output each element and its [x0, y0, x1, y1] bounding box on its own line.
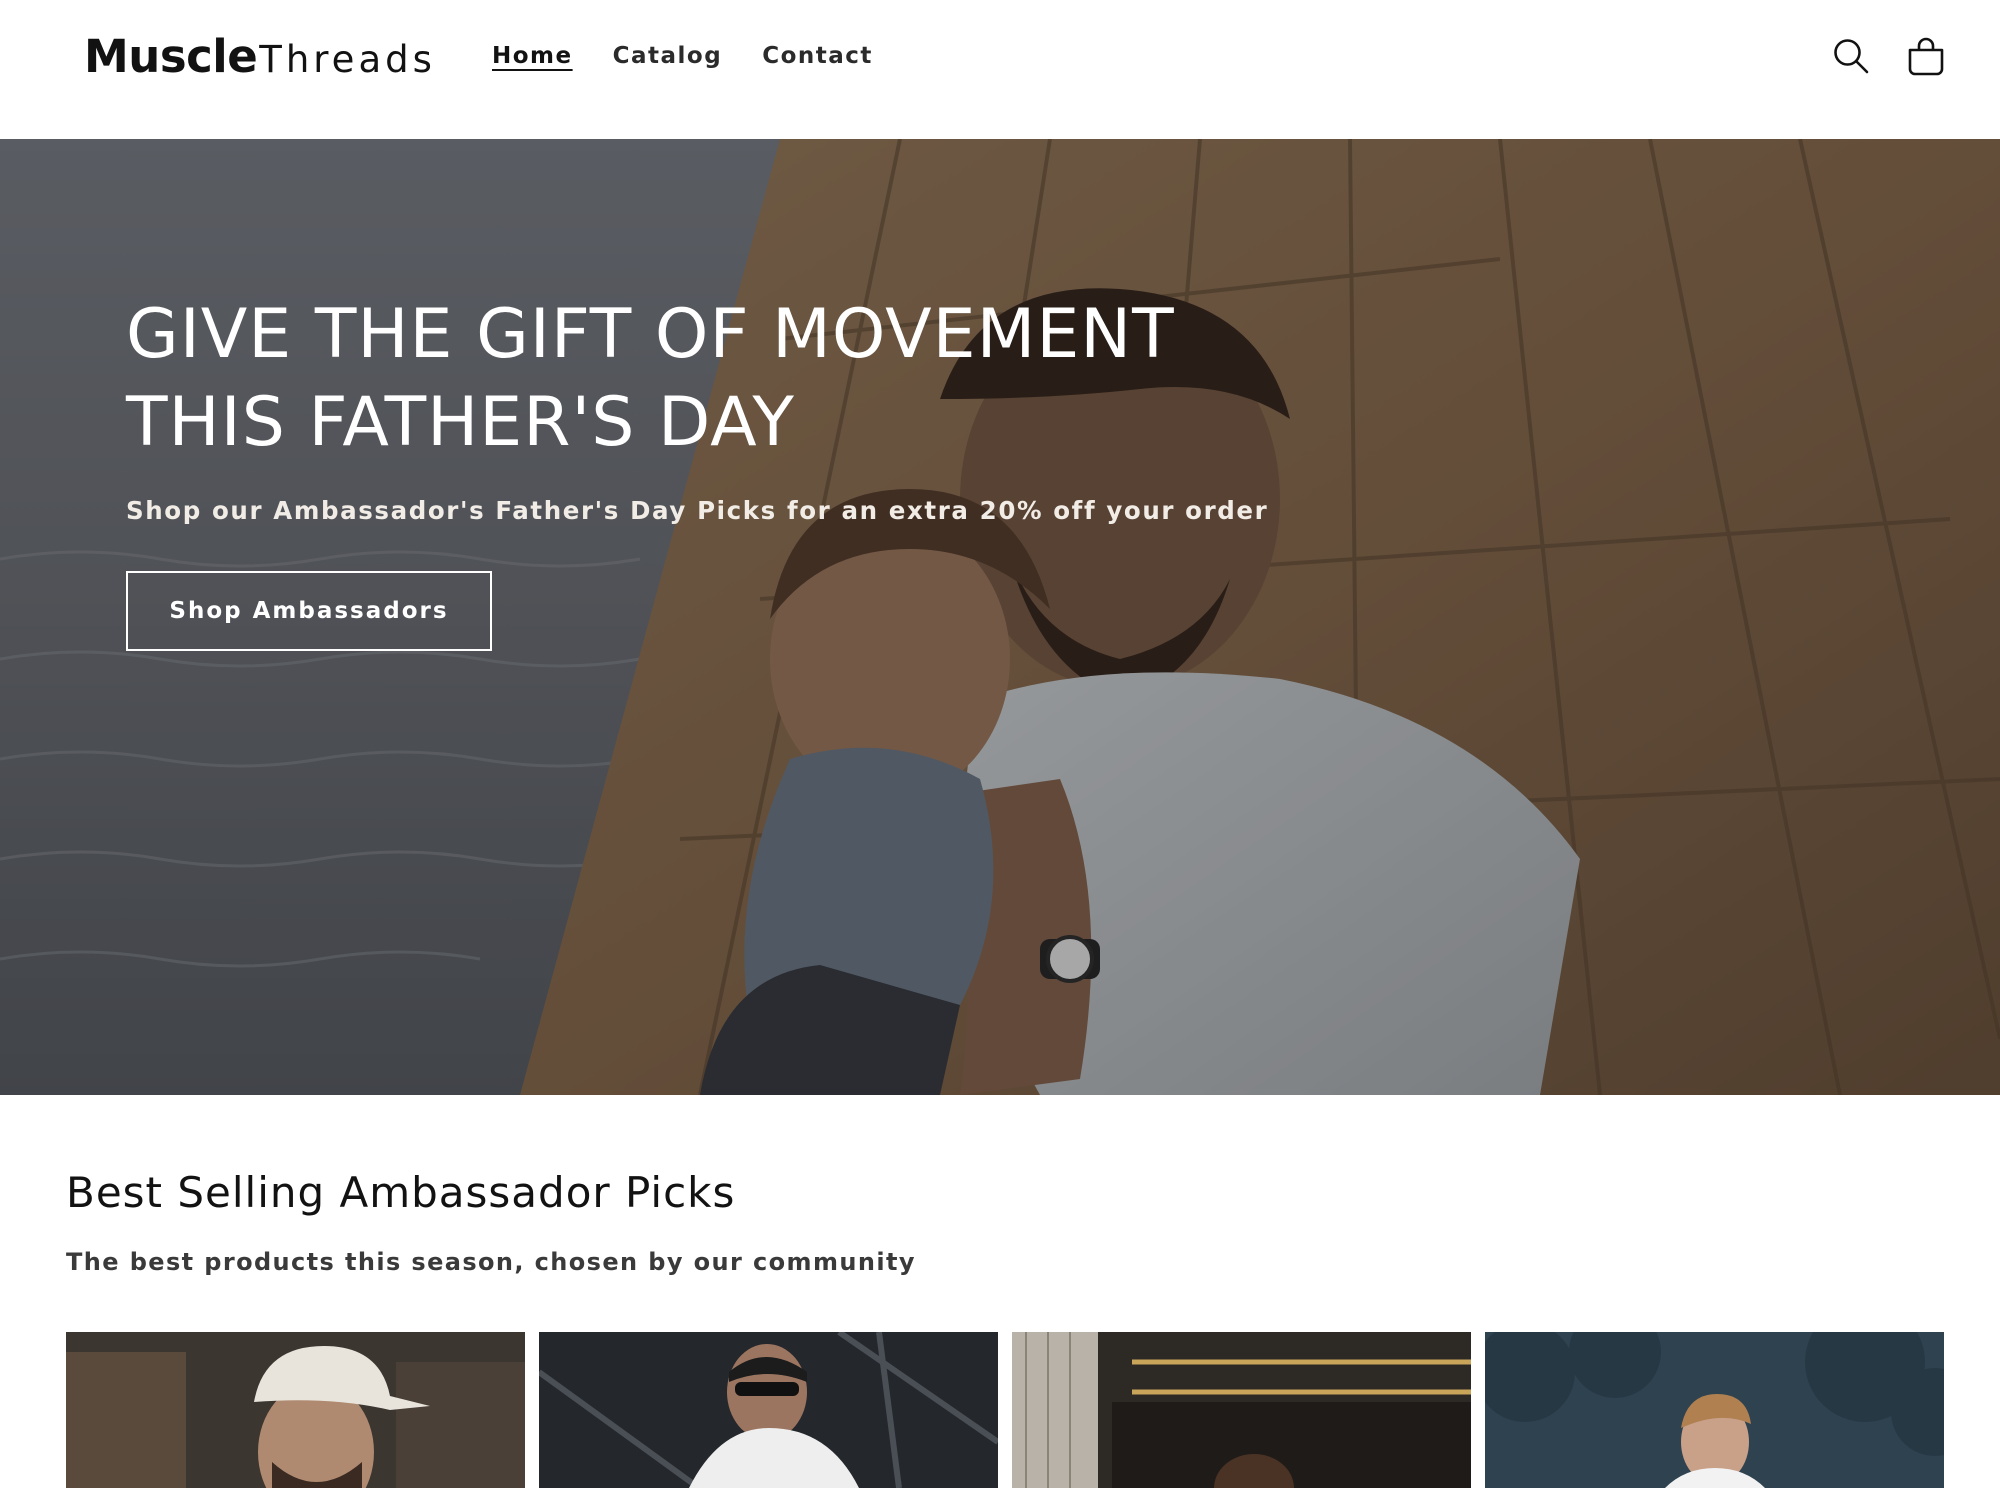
product-card[interactable]: [539, 1332, 998, 1488]
product-card[interactable]: [66, 1332, 525, 1488]
site-header: Muscle Threads Home Catalog Contact: [0, 0, 2000, 139]
nav-contact[interactable]: Contact: [762, 38, 873, 74]
cart-icon: [1908, 37, 1944, 76]
collection-title: Best Selling Ambassador Picks: [66, 1168, 736, 1217]
man-in-white-cap-photo: [66, 1332, 525, 1488]
logo-bold-text: Muscle: [84, 30, 258, 83]
shop-ambassadors-button[interactable]: Shop Ambassadors: [126, 571, 492, 651]
man-by-forest-photo: [1485, 1332, 1944, 1488]
collection-subtitle: The best products this season, chosen by…: [66, 1248, 916, 1276]
man-in-warehouse-photo: [1012, 1332, 1471, 1488]
search-button[interactable]: [1828, 33, 1874, 79]
cart-button[interactable]: [1903, 33, 1949, 79]
man-in-sunglasses-photo: [539, 1332, 998, 1488]
store-logo[interactable]: Muscle Threads: [84, 30, 436, 86]
hero-subtitle: Shop our Ambassador's Father's Day Picks…: [126, 496, 1269, 525]
nav-catalog[interactable]: Catalog: [613, 38, 723, 74]
logo-light-text: Threads: [259, 38, 436, 81]
nav-home[interactable]: Home: [492, 38, 573, 74]
main-nav: Home Catalog Contact: [492, 38, 873, 74]
product-grid: [66, 1332, 1944, 1488]
search-icon: [1834, 39, 1869, 74]
product-card[interactable]: [1485, 1332, 1944, 1488]
hero-banner: GIVE THE GIFT OF MOVEMENT THIS FATHER'S …: [0, 139, 2000, 1095]
product-card[interactable]: [1012, 1332, 1471, 1488]
hero-title: GIVE THE GIFT OF MOVEMENT THIS FATHER'S …: [126, 295, 1175, 462]
